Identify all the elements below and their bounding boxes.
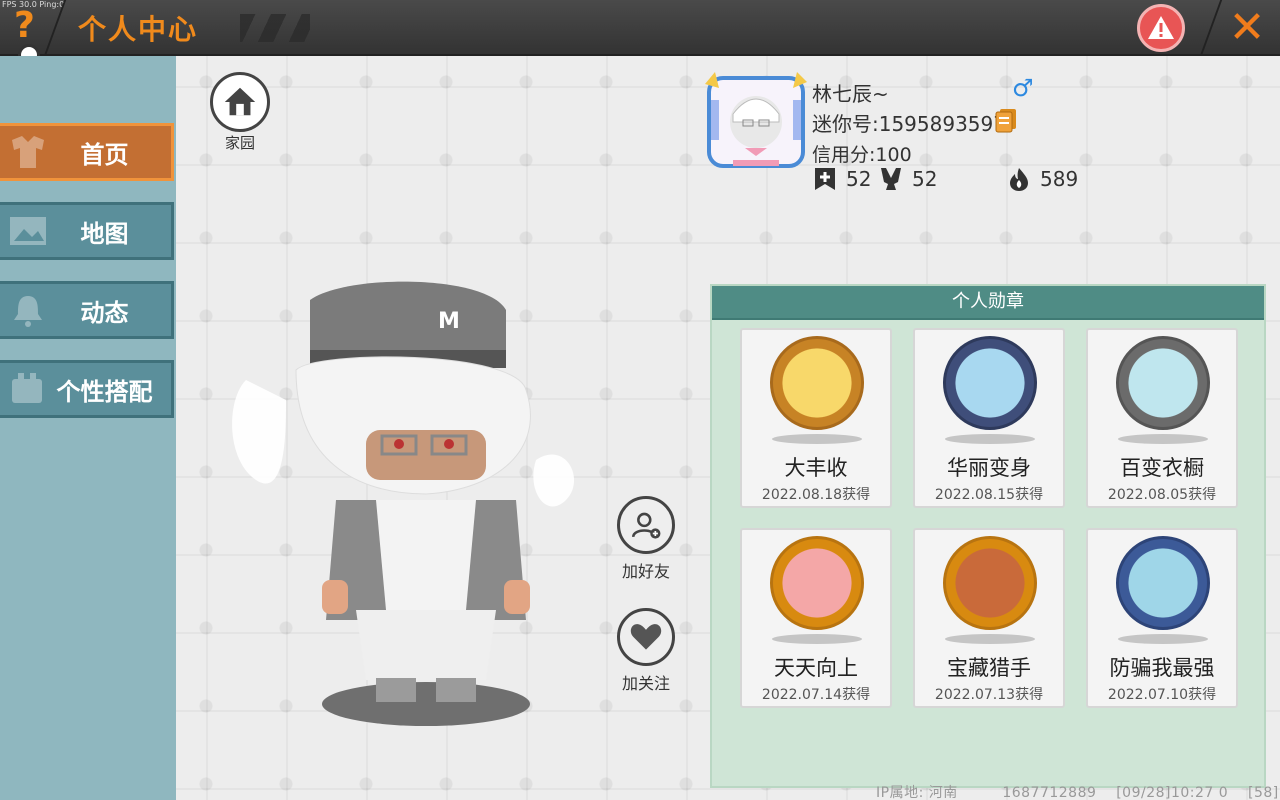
medal-shadow <box>1118 434 1208 444</box>
stat-value: 52 <box>912 167 938 191</box>
harvest-medal-icon <box>770 336 864 430</box>
stat-fans: 52 <box>878 166 937 192</box>
stat-heat: 589 <box>1006 166 1078 192</box>
sidebar: 首页 地图 动态 个性搭配 <box>0 56 176 800</box>
divider <box>1199 0 1223 56</box>
report-button[interactable] <box>1137 4 1185 52</box>
badge-name: 华丽变身 <box>947 456 1031 480</box>
close-icon: ✕ <box>1228 2 1266 53</box>
badge-name: 宝藏猎手 <box>947 656 1031 680</box>
copy-icon[interactable] <box>994 107 1018 133</box>
badge-card[interactable]: 百变衣橱 2022.08.05获得 <box>1086 328 1238 508</box>
trophy-cup-icon <box>881 168 901 190</box>
badge-date: 2022.07.13获得 <box>934 687 1044 703</box>
player-character: M <box>232 281 575 726</box>
badge-card[interactable]: 天天向上 2022.07.14获得 <box>740 528 892 708</box>
sidebar-item-home[interactable]: 首页 <box>0 123 174 181</box>
transform-medal-icon <box>943 336 1037 430</box>
add-friend-button[interactable]: 加好友 <box>614 496 678 582</box>
follow-button[interactable]: 加关注 <box>614 608 678 694</box>
stat-likes: 52 <box>812 166 871 192</box>
medal-shadow <box>1118 634 1208 644</box>
badges-title: 个人勋章 <box>712 286 1264 320</box>
badge-date: 2022.08.05获得 <box>1107 487 1217 503</box>
sidebar-item-label: 动态 <box>80 298 129 327</box>
badge-date: 2022.07.14获得 <box>761 687 871 703</box>
badges-panel: 个人勋章 大丰收 2022.08.18获得 华丽变身 2022.08.15获得 … <box>710 284 1266 788</box>
badge-name: 天天向上 <box>774 656 858 680</box>
sidebar-item-news[interactable]: 动态 <box>0 281 174 339</box>
ip-location: IP属地: 河南 <box>876 785 958 800</box>
game-profile-screen: { "fps_text": "FPS 30.0 Ping:0", "header… <box>0 0 1280 800</box>
page-title: 个人中心 <box>78 13 199 46</box>
home-button[interactable] <box>210 72 270 132</box>
house-icon <box>224 87 256 116</box>
heart-icon <box>630 624 662 650</box>
top-bar: FPS 30.0 Ping:0 ? 个人中心 ✕ <box>0 0 1280 66</box>
medal-shadow <box>772 634 862 644</box>
decorative-stripes <box>240 14 310 42</box>
plus-bookmark-icon <box>815 168 835 190</box>
uid: 1687712889 <box>1002 785 1097 800</box>
stat-value: 589 <box>1040 167 1079 191</box>
medal-shadow <box>945 634 1035 644</box>
badge-name: 百变衣橱 <box>1120 456 1204 480</box>
sidebar-item-label: 个性搭配 <box>56 377 153 406</box>
avatar[interactable] <box>703 70 809 174</box>
flame-icon <box>1010 168 1028 191</box>
badge-card[interactable]: 防骗我最强 2022.07.10获得 <box>1086 528 1238 708</box>
help-button[interactable]: ? <box>6 4 48 66</box>
warning-icon <box>1148 16 1174 39</box>
badge-date: 2022.07.10获得 <box>1107 687 1217 703</box>
treasure-medal-icon <box>943 536 1037 630</box>
male-icon: ♂ <box>1012 74 1034 102</box>
sidebar-item-outfit[interactable]: 个性搭配 <box>0 360 174 418</box>
badge-date: 2022.08.15获得 <box>934 487 1044 503</box>
medal-shadow <box>945 434 1035 444</box>
question-icon: ? <box>14 5 35 46</box>
badge-name: 防骗我最强 <box>1109 656 1215 680</box>
status-footer: IP属地: 河南 1687712889 [09/28]10:27 0 [58]1… <box>876 782 1280 800</box>
badge-card[interactable]: 宝藏猎手 2022.07.13获得 <box>913 528 1065 708</box>
badge-card[interactable]: 华丽变身 2022.08.15获得 <box>913 328 1065 508</box>
close-button[interactable]: ✕ <box>1222 4 1272 52</box>
police-medal-icon <box>1116 536 1210 630</box>
badge-name: 大丰收 <box>784 456 848 480</box>
stat-value: 52 <box>846 167 872 191</box>
sidebar-item-label: 地图 <box>80 219 129 248</box>
checklist-medal-icon <box>770 536 864 630</box>
badge-card[interactable]: 大丰收 2022.08.18获得 <box>740 328 892 508</box>
mini-id: 迷你号:1595893597 <box>812 112 1006 136</box>
svg-text:M: M <box>438 309 460 334</box>
credit-score: 信用分:100 <box>812 144 912 166</box>
badge-date: 2022.08.18获得 <box>761 487 871 503</box>
home-label: 家园 <box>224 134 255 152</box>
medal-shadow <box>772 434 862 444</box>
sidebar-item-label: 首页 <box>80 140 129 169</box>
player-name: 林七辰~ <box>812 82 889 106</box>
timestamp: [09/28]10:27 0 <box>1116 785 1229 800</box>
wardrobe-medal-icon <box>1116 336 1210 430</box>
add-friend-label: 加好友 <box>621 562 670 581</box>
add-friend-icon <box>631 512 661 539</box>
main-content: 家园 林七辰~ ♂ 迷你号:1595893597 信用分:100 52 52 5… <box>176 56 1280 800</box>
version: [58]1.19.0 <box>1248 785 1280 800</box>
sidebar-item-map[interactable]: 地图 <box>0 202 174 260</box>
follow-label: 加关注 <box>621 674 670 693</box>
